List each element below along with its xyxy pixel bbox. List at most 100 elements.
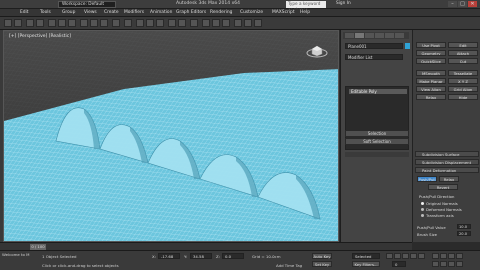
add-time-tag[interactable]: Add Time Tag xyxy=(276,263,302,268)
render-icon[interactable] xyxy=(254,19,262,27)
current-frame-field[interactable]: 0 xyxy=(392,261,406,267)
menu-rendering[interactable]: Rendering xyxy=(210,10,232,15)
quickslice-button[interactable]: QuickSlice xyxy=(416,58,446,64)
snap-icon[interactable] xyxy=(136,19,144,27)
y-coordinate-field[interactable]: 34.58 xyxy=(190,253,212,259)
percent-snap-icon[interactable] xyxy=(156,19,164,27)
menu-views[interactable]: Views xyxy=(84,10,97,15)
menu-maxscript[interactable]: MAXScript xyxy=(272,10,295,15)
orbit-icon[interactable] xyxy=(448,261,455,267)
select-by-name-icon[interactable] xyxy=(58,19,66,27)
brush-size-spinner[interactable]: 20.0 xyxy=(457,231,471,236)
menu-customize[interactable]: Customize xyxy=(240,10,263,15)
layer-icon[interactable] xyxy=(190,19,198,27)
menu-group[interactable]: Group xyxy=(62,10,75,15)
auto-key-button[interactable]: Auto Key xyxy=(312,253,332,259)
make-planar-button[interactable]: Make Planar xyxy=(416,78,446,84)
align-icon[interactable] xyxy=(178,19,186,27)
relax-button[interactable]: Relax xyxy=(416,94,446,100)
redo-icon[interactable] xyxy=(14,19,22,27)
menu-tools[interactable]: Tools xyxy=(40,10,51,15)
zoom-extents-all-icon[interactable] xyxy=(456,253,463,259)
stack-tools[interactable] xyxy=(345,152,409,157)
transform-axis-radio[interactable] xyxy=(421,214,424,217)
x-coordinate-field[interactable]: -17.68 xyxy=(158,253,180,259)
goto-start-icon[interactable] xyxy=(386,253,393,259)
rotate-icon[interactable] xyxy=(90,19,98,27)
select-icon[interactable] xyxy=(48,19,56,27)
viewcube-icon[interactable] xyxy=(306,42,328,58)
move-icon[interactable] xyxy=(80,19,88,27)
timeline[interactable]: 0 / 100 xyxy=(0,242,412,250)
grid-align-button[interactable]: Grid Align xyxy=(448,86,478,92)
pivot-icon[interactable] xyxy=(124,19,132,27)
modify-tab-icon[interactable] xyxy=(355,33,364,38)
use-pivot-button[interactable]: Use Pivot xyxy=(416,42,446,48)
fov-icon[interactable] xyxy=(432,261,439,267)
modifier-list-dropdown[interactable]: Modifier List xyxy=(345,54,403,60)
mirror-icon[interactable] xyxy=(168,19,176,27)
set-key-button[interactable]: Set Key xyxy=(312,261,332,267)
menu-graph-editors[interactable]: Graph Editors xyxy=(176,10,206,15)
geometry-button[interactable]: Geometry xyxy=(416,50,446,56)
view-align-button[interactable]: View Align xyxy=(416,86,446,92)
schematic-icon[interactable] xyxy=(212,19,220,27)
close-button[interactable]: ✕ xyxy=(468,1,477,7)
object-color-swatch[interactable] xyxy=(405,43,410,49)
deformed-normals-radio[interactable] xyxy=(421,208,424,211)
previous-frame-icon[interactable] xyxy=(394,253,401,259)
utilities-tab-icon[interactable] xyxy=(395,33,404,38)
z-coordinate-field[interactable]: 0.0 xyxy=(222,253,244,259)
push-pull-value-spinner[interactable]: 10.0 xyxy=(457,224,471,229)
sign-in-link[interactable]: Sign In xyxy=(336,1,351,6)
angle-snap-icon[interactable] xyxy=(146,19,154,27)
tessellate-button[interactable]: Tessellate xyxy=(448,70,478,76)
motion-tab-icon[interactable] xyxy=(375,33,384,38)
play-icon[interactable] xyxy=(402,253,409,259)
maximize-viewport-icon[interactable] xyxy=(456,261,463,267)
attach-button[interactable]: Attach xyxy=(448,50,478,56)
search-input[interactable]: Type a keyword or phrase xyxy=(286,1,326,12)
cut-button[interactable]: Cut xyxy=(448,58,478,64)
menu-help[interactable]: Help xyxy=(300,10,310,15)
edit-button[interactable]: Edit xyxy=(448,42,478,48)
stack-item-editable-poly[interactable]: Editable Poly xyxy=(349,89,407,94)
create-tab-icon[interactable] xyxy=(345,33,354,38)
push-pull-button[interactable]: Push/Pull xyxy=(417,176,437,182)
hierarchy-tab-icon[interactable] xyxy=(365,33,374,38)
menu-animation[interactable]: Animation xyxy=(150,10,172,15)
link-icon[interactable] xyxy=(26,19,34,27)
material-editor-icon[interactable] xyxy=(222,19,230,27)
rollout-subdivision-displacement[interactable]: Subdivision Displacement xyxy=(415,159,479,165)
workspace-dropdown[interactable]: Workspace: Default xyxy=(58,1,116,8)
goto-end-icon[interactable] xyxy=(418,253,425,259)
minimize-button[interactable]: – xyxy=(448,1,457,7)
hide-button[interactable]: Hide xyxy=(448,94,478,100)
unlink-icon[interactable] xyxy=(36,19,44,27)
region-select-icon[interactable] xyxy=(68,19,76,27)
rollout-selection[interactable]: Selection xyxy=(345,130,409,137)
paint-relax-button[interactable]: Relax xyxy=(439,176,459,182)
viewport-label[interactable]: [+] [Perspective] [Realistic] xyxy=(9,34,71,39)
maximize-button[interactable]: □ xyxy=(458,1,467,7)
undo-icon[interactable] xyxy=(4,19,12,27)
render-setup-icon[interactable] xyxy=(234,19,242,27)
xyz-buttons[interactable]: X Y Z xyxy=(448,78,478,84)
zoom-all-icon[interactable] xyxy=(440,253,447,259)
key-filters-button[interactable]: Key Filters... xyxy=(352,261,380,267)
rollout-soft-selection[interactable]: Soft Selection xyxy=(345,138,409,145)
zoom-extents-icon[interactable] xyxy=(448,253,455,259)
scale-icon[interactable] xyxy=(100,19,108,27)
menu-edit[interactable]: Edit xyxy=(20,10,29,15)
menu-create[interactable]: Create xyxy=(104,10,119,15)
rollout-subdivision-surface[interactable]: Subdivision Surface xyxy=(415,151,479,157)
menu-modifiers[interactable]: Modifiers xyxy=(124,10,144,15)
original-normals-radio[interactable] xyxy=(421,202,424,205)
zoom-icon[interactable] xyxy=(432,253,439,259)
display-tab-icon[interactable] xyxy=(385,33,394,38)
rollout-paint-deformation[interactable]: Paint Deformation xyxy=(415,167,479,173)
reference-coord-icon[interactable] xyxy=(112,19,120,27)
object-name-field[interactable]: Plane001 xyxy=(345,43,403,49)
msmooth-button[interactable]: MSmooth xyxy=(416,70,446,76)
key-set-dropdown[interactable]: Selected xyxy=(352,253,380,259)
